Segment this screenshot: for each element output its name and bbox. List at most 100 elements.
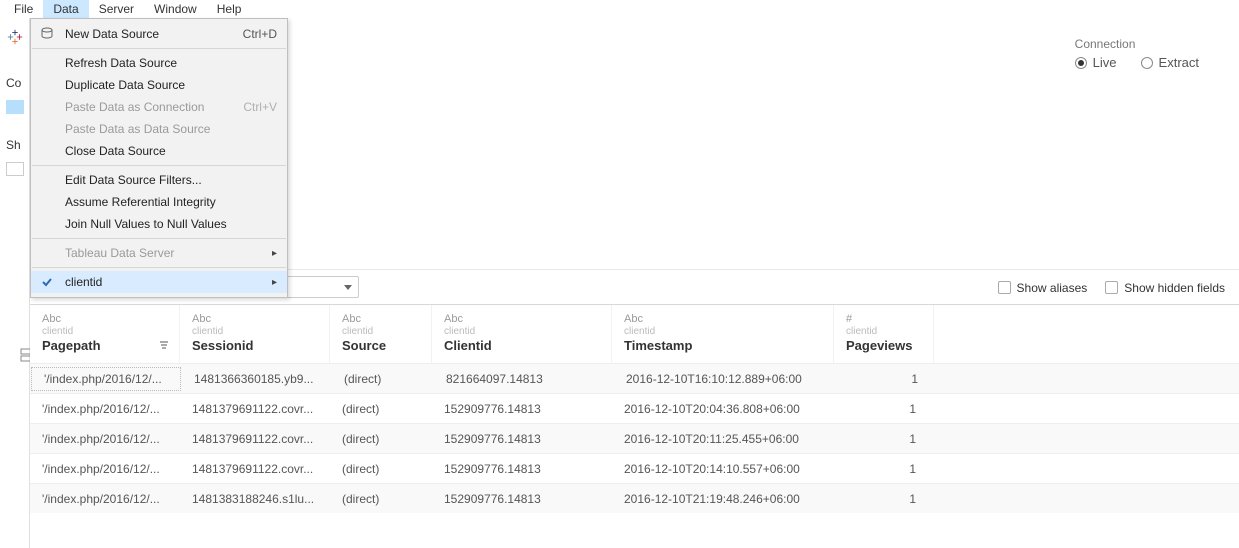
cell: (direct) [330, 432, 432, 446]
menu-item-edit-data-source-filters[interactable]: Edit Data Source Filters... [31, 169, 287, 191]
cell: (direct) [332, 372, 434, 386]
column-name: Timestamp [624, 338, 823, 353]
sort-icon[interactable] [159, 340, 169, 353]
connections-label: Co [0, 76, 29, 90]
table-row[interactable]: '/index.php/2016/12/...1481379691122.cov… [30, 453, 1239, 483]
menu-window[interactable]: Window [144, 0, 207, 18]
connection-block: Connection Live Extract [1075, 37, 1199, 70]
cell: 1481383188246.s1lu... [180, 492, 330, 506]
check-icon [39, 274, 55, 290]
cell: 1481379691122.covr... [180, 462, 330, 476]
menu-item-label: clientid [65, 275, 102, 289]
cell: '/index.php/2016/12/... [30, 462, 180, 476]
cell: 1481379691122.covr... [180, 432, 330, 446]
column-header-timestamp[interactable]: AbcclientidTimestamp [612, 305, 834, 363]
cell: (direct) [330, 402, 432, 416]
table-header: AbcclientidPagepathAbcclientidSessionidA… [30, 305, 1239, 363]
menu-separator [32, 48, 286, 49]
cell: '/index.php/2016/12/... [30, 402, 180, 416]
connection-item[interactable] [6, 100, 24, 114]
table-row[interactable]: '/index.php/2016/12/...1481379691122.cov… [30, 423, 1239, 453]
connection-live-radio[interactable]: Live [1075, 55, 1117, 70]
menu-separator [32, 165, 286, 166]
cell: 2016-12-10T20:14:10.557+06:00 [612, 462, 834, 476]
menu-item-label: Assume Referential Integrity [65, 195, 216, 209]
cell: 1 [836, 372, 936, 386]
data-menu-dropdown: New Data SourceCtrl+D Refresh Data Source… [30, 18, 288, 298]
menu-help[interactable]: Help [207, 0, 252, 18]
menu-shortcut: Ctrl+V [243, 100, 277, 114]
column-name: Sessionid [192, 338, 319, 353]
cell: 2016-12-10T20:11:25.455+06:00 [612, 432, 834, 446]
menu-item-label: Duplicate Data Source [65, 78, 185, 92]
menu-item-label: Tableau Data Server [65, 246, 174, 260]
cell: 2016-12-10T21:19:48.246+06:00 [612, 492, 834, 506]
menu-item-duplicate-data-source[interactable]: Duplicate Data Source [31, 74, 287, 96]
cell: 152909776.14813 [432, 492, 612, 506]
sheet-item[interactable] [6, 162, 24, 176]
column-source: clientid [846, 326, 923, 337]
column-source: clientid [342, 326, 421, 337]
cell: 1 [834, 432, 934, 446]
menu-item-label: Edit Data Source Filters... [65, 173, 202, 187]
sheets-label: Sh [0, 138, 29, 152]
menu-separator [32, 238, 286, 239]
cell: 1481366360185.yb9... [182, 372, 332, 386]
menu-item-label: Refresh Data Source [65, 56, 177, 70]
column-source: clientid [192, 326, 319, 337]
menu-item-close-data-source[interactable]: Close Data Source [31, 140, 287, 162]
connection-extract-radio[interactable]: Extract [1141, 55, 1199, 70]
checkbox-icon [1105, 281, 1118, 294]
show-hidden-fields-checkbox[interactable]: Show hidden fields [1105, 279, 1225, 295]
menu-file[interactable]: File [4, 0, 43, 18]
menu-item-paste-data-as-data-source: Paste Data as Data Source [31, 118, 287, 140]
menu-item-label: Join Null Values to Null Values [65, 217, 227, 231]
menu-item-paste-data-as-connection: Paste Data as ConnectionCtrl+V [31, 96, 287, 118]
menu-item-refresh-data-source[interactable]: Refresh Data Source [31, 52, 287, 74]
cell: 152909776.14813 [432, 462, 612, 476]
cell: 1481379691122.covr... [180, 402, 330, 416]
submenu-arrow-icon: ▸ [272, 277, 277, 288]
column-type: Abc [192, 313, 319, 325]
checkbox-icon [998, 281, 1011, 294]
cell: 1 [834, 402, 934, 416]
cell: '/index.php/2016/12/... [31, 367, 181, 391]
cell: 1 [834, 492, 934, 506]
table-body: '/index.php/2016/12/...1481366360185.yb9… [30, 363, 1239, 513]
connection-label: Connection [1075, 37, 1199, 51]
column-header-sessionid[interactable]: AbcclientidSessionid [180, 305, 330, 363]
column-header-clientid[interactable]: AbcclientidClientid [432, 305, 612, 363]
column-source: clientid [444, 326, 601, 337]
menu-data[interactable]: Data [43, 0, 88, 18]
menu-item-new-data-source[interactable]: New Data SourceCtrl+D [31, 23, 287, 45]
menu-server[interactable]: Server [89, 0, 144, 18]
menu-item-clientid[interactable]: clientid ▸ [31, 271, 287, 293]
menu-shortcut: Ctrl+D [243, 27, 277, 41]
cell: '/index.php/2016/12/... [30, 432, 180, 446]
column-name: Clientid [444, 338, 601, 353]
table-row[interactable]: '/index.php/2016/12/...1481366360185.yb9… [30, 363, 1239, 393]
table-row[interactable]: '/index.php/2016/12/...1481383188246.s1l… [30, 483, 1239, 513]
radio-selected-icon [1075, 57, 1087, 69]
data-table: AbcclientidPagepathAbcclientidSessionidA… [30, 304, 1239, 513]
menu-item-label: Paste Data as Data Source [65, 122, 210, 136]
column-name: Pagepath [42, 338, 169, 353]
cell: 2016-12-10T20:04:36.808+06:00 [612, 402, 834, 416]
column-header-pagepath[interactable]: AbcclientidPagepath [30, 305, 180, 363]
table-row[interactable]: '/index.php/2016/12/...1481379691122.cov… [30, 393, 1239, 423]
column-type: # [846, 313, 923, 325]
column-source: clientid [624, 326, 823, 337]
cell: (direct) [330, 462, 432, 476]
column-header-pageviews[interactable]: #clientidPageviews [834, 305, 934, 363]
column-type: Abc [624, 313, 823, 325]
menu-item-join-null-values-to-null-values[interactable]: Join Null Values to Null Values [31, 213, 287, 235]
column-type: Abc [42, 313, 169, 325]
cell: '/index.php/2016/12/... [30, 492, 180, 506]
radio-icon [1141, 57, 1153, 69]
column-header-source[interactable]: AbcclientidSource [330, 305, 432, 363]
column-type: Abc [444, 313, 601, 325]
tableau-logo-icon [6, 28, 24, 46]
show-aliases-checkbox[interactable]: Show aliases [998, 279, 1088, 295]
left-sidebar: Co Sh [0, 18, 30, 548]
menu-item-assume-referential-integrity[interactable]: Assume Referential Integrity [31, 191, 287, 213]
